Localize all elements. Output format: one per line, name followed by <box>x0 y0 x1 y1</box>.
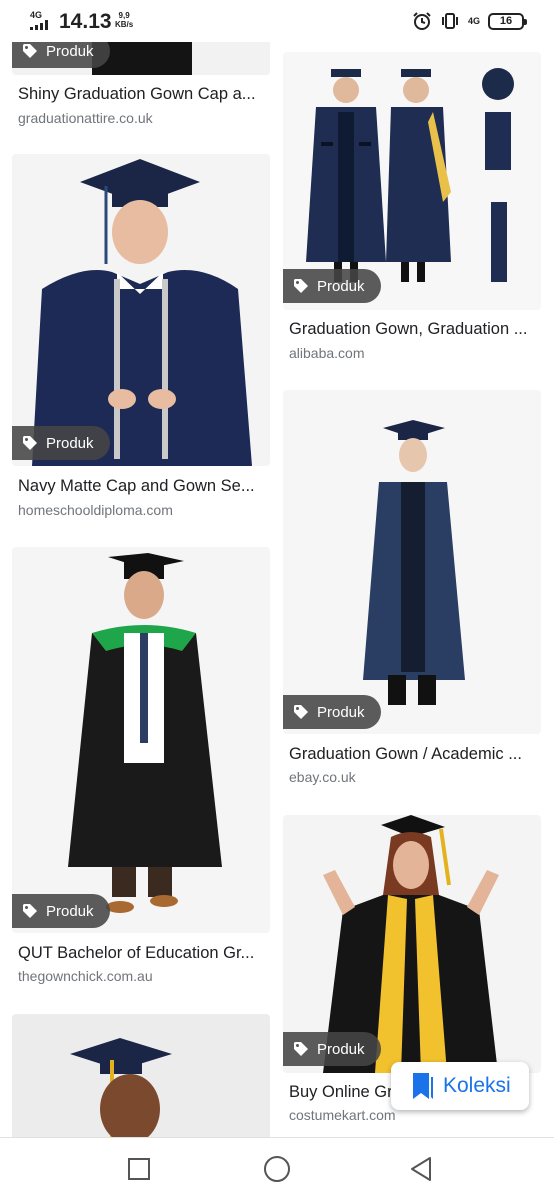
result-image[interactable] <box>12 547 270 933</box>
result-source[interactable]: ebay.co.uk <box>289 769 356 785</box>
tag-icon <box>294 279 308 293</box>
result-card[interactable]: Produk Navy Matte Cap and Gown Se... hom… <box>12 154 270 524</box>
product-badge: Produk <box>283 269 381 303</box>
result-source[interactable]: costumekart.com <box>289 1107 396 1123</box>
tag-icon <box>294 1042 308 1056</box>
badge-label: Produk <box>317 277 365 295</box>
result-title[interactable]: Shiny Graduation Gown Cap a... <box>18 85 266 104</box>
badge-label: Produk <box>317 1040 365 1058</box>
result-title[interactable]: QUT Bachelor of Education Gr... <box>18 944 266 963</box>
product-badge: Produk <box>283 695 381 729</box>
product-badge: Produk <box>283 1032 381 1066</box>
koleksi-label: Koleksi <box>443 1074 511 1097</box>
koleksi-button[interactable]: Koleksi <box>391 1062 529 1110</box>
product-badge: Produk <box>12 894 110 928</box>
result-title[interactable]: Graduation Gown, Graduation ... <box>289 320 537 339</box>
result-title[interactable]: Navy Matte Cap and Gown Se... <box>18 477 266 496</box>
square-icon <box>128 1158 150 1180</box>
result-image[interactable] <box>12 1014 270 1137</box>
navigation-bar <box>0 1137 554 1200</box>
badge-label: Produk <box>46 902 94 920</box>
status-bar: 4G 14.13 9,9 KB/s 4G 16 <box>0 0 554 42</box>
vibrate-icon <box>441 13 458 29</box>
alarm-icon <box>413 12 431 30</box>
status-icons: 4G 16 <box>412 11 527 31</box>
result-source[interactable]: graduationattire.co.uk <box>18 110 153 126</box>
result-source[interactable]: alibaba.com <box>289 345 365 361</box>
result-card[interactable]: Produk QUT Bachelor of Education Gr... t… <box>12 547 270 987</box>
network-type: 4G <box>30 10 43 20</box>
battery-icon: 16 <box>488 12 527 30</box>
result-image[interactable] <box>283 390 541 734</box>
status-time: 14.13 <box>59 10 112 33</box>
result-title[interactable]: Graduation Gown / Academic ... <box>289 745 537 764</box>
tag-icon <box>23 904 37 918</box>
home-button[interactable] <box>262 1154 292 1184</box>
product-badge: Produk <box>12 426 110 460</box>
tag-icon <box>23 436 37 450</box>
badge-label: Produk <box>46 42 94 60</box>
result-card[interactable]: Produk Graduation Gown, Graduation ... a… <box>283 52 541 372</box>
recents-button[interactable] <box>124 1154 154 1184</box>
result-card[interactable]: Produk Graduation Gown / Academic ... eb… <box>283 390 541 790</box>
signal-icon <box>30 20 52 30</box>
network-speed: 9,9 KB/s <box>115 11 134 29</box>
tag-icon <box>23 44 37 58</box>
battery-level: 16 <box>499 14 513 27</box>
badge-label: Produk <box>46 434 94 452</box>
network-type-secondary: 4G <box>467 15 480 26</box>
bookmark-icon <box>413 1073 433 1099</box>
image-results-grid: Produk Shiny Graduation Gown Cap a... gr… <box>0 0 554 1137</box>
badge-label: Produk <box>317 703 365 721</box>
result-source[interactable]: thegownchick.com.au <box>18 968 153 984</box>
circle-icon <box>264 1156 290 1182</box>
result-card[interactable] <box>12 1014 270 1137</box>
result-image[interactable] <box>12 154 270 466</box>
tag-icon <box>294 705 308 719</box>
triangle-back-icon <box>411 1157 431 1181</box>
back-button[interactable] <box>406 1154 436 1184</box>
result-source[interactable]: homeschooldiploma.com <box>18 502 173 518</box>
